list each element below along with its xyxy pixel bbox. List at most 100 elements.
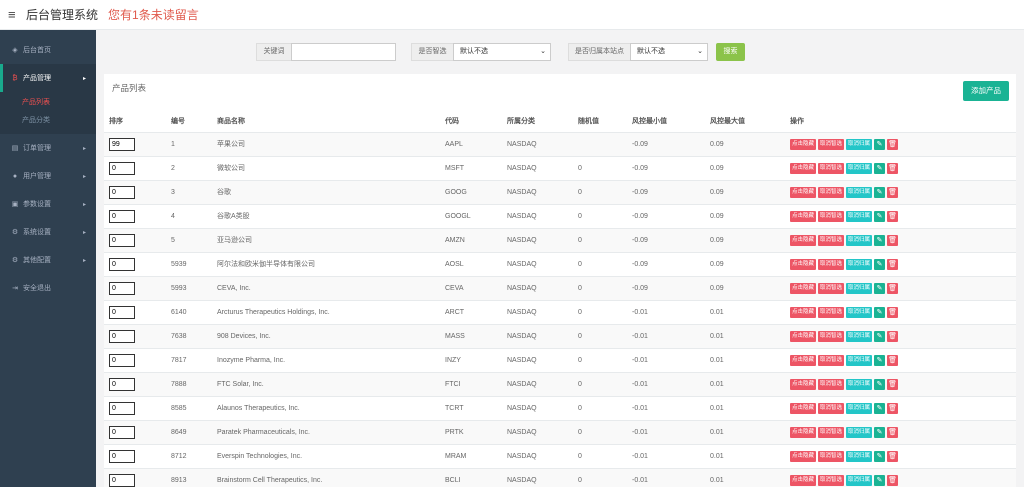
- smart-select-dropdown[interactable]: 默认不选 ⌄: [453, 43, 551, 61]
- edit-icon[interactable]: ✎: [874, 330, 886, 342]
- cancel-site-button[interactable]: 取消归属: [846, 354, 873, 366]
- sort-input[interactable]: 0: [109, 185, 135, 199]
- menu-toggle-icon[interactable]: ≡: [8, 8, 24, 21]
- cancel-site-button[interactable]: 取消归属: [846, 474, 873, 486]
- cancel-site-button[interactable]: 取消归属: [846, 234, 873, 246]
- cancel-site-button[interactable]: 取消归属: [846, 330, 873, 342]
- delete-icon[interactable]: 🗑: [887, 330, 899, 342]
- hide-button[interactable]: 点击隐藏: [790, 450, 817, 462]
- delete-icon[interactable]: 🗑: [887, 138, 899, 150]
- delete-icon[interactable]: 🗑: [887, 282, 899, 294]
- edit-icon[interactable]: ✎: [874, 138, 886, 150]
- delete-icon[interactable]: 🗑: [887, 474, 899, 486]
- hide-button[interactable]: 点击隐藏: [790, 282, 817, 294]
- edit-icon[interactable]: ✎: [874, 426, 886, 438]
- search-button[interactable]: 搜索: [716, 43, 745, 61]
- cancel-site-button[interactable]: 取消归属: [846, 138, 873, 150]
- sidebar-item-params[interactable]: ▣ 参数设置 ▸: [0, 190, 96, 218]
- cancel-smart-button[interactable]: 取消智选: [818, 258, 845, 270]
- subnav-product-category[interactable]: 产品分类: [0, 112, 96, 130]
- col-id[interactable]: 编号: [166, 110, 212, 133]
- unread-message-notice[interactable]: 您有1条未读留言: [108, 6, 199, 23]
- site-select-dropdown[interactable]: 默认不选 ⌄: [630, 43, 708, 61]
- cancel-smart-button[interactable]: 取消智选: [818, 450, 845, 462]
- delete-icon[interactable]: 🗑: [887, 258, 899, 270]
- subnav-product-list[interactable]: 产品列表: [0, 94, 96, 112]
- edit-icon[interactable]: ✎: [874, 378, 886, 390]
- hide-button[interactable]: 点击隐藏: [790, 138, 817, 150]
- sidebar-item-orders[interactable]: ▤ 订单管理 ▸: [0, 134, 96, 162]
- hide-button[interactable]: 点击隐藏: [790, 234, 817, 246]
- hide-button[interactable]: 点击隐藏: [790, 378, 817, 390]
- edit-icon[interactable]: ✎: [874, 186, 886, 198]
- add-product-button[interactable]: 添加产品: [963, 81, 1009, 101]
- edit-icon[interactable]: ✎: [874, 402, 886, 414]
- sidebar-item-users[interactable]: ● 用户管理 ▸: [0, 162, 96, 190]
- cancel-site-button[interactable]: 取消归属: [846, 186, 873, 198]
- delete-icon[interactable]: 🗑: [887, 450, 899, 462]
- cancel-smart-button[interactable]: 取消智选: [818, 282, 845, 294]
- cancel-smart-button[interactable]: 取消智选: [818, 306, 845, 318]
- cancel-smart-button[interactable]: 取消智选: [818, 354, 845, 366]
- sort-input[interactable]: 0: [109, 257, 135, 271]
- sidebar-item-config[interactable]: ⚙ 其他配置 ▸: [0, 246, 96, 274]
- cancel-site-button[interactable]: 取消归属: [846, 258, 873, 270]
- hide-button[interactable]: 点击隐藏: [790, 186, 817, 198]
- hide-button[interactable]: 点击隐藏: [790, 474, 817, 486]
- sort-input[interactable]: 0: [109, 377, 135, 391]
- cancel-site-button[interactable]: 取消归属: [846, 306, 873, 318]
- edit-icon[interactable]: ✎: [874, 354, 886, 366]
- delete-icon[interactable]: 🗑: [887, 186, 899, 198]
- cancel-site-button[interactable]: 取消归属: [846, 210, 873, 222]
- cancel-smart-button[interactable]: 取消智选: [818, 378, 845, 390]
- cancel-smart-button[interactable]: 取消智选: [818, 426, 845, 438]
- col-code[interactable]: 代码: [440, 110, 502, 133]
- sort-input[interactable]: 0: [109, 233, 135, 247]
- hide-button[interactable]: 点击隐藏: [790, 402, 817, 414]
- cancel-site-button[interactable]: 取消归属: [846, 162, 873, 174]
- edit-icon[interactable]: ✎: [874, 162, 886, 174]
- cancel-site-button[interactable]: 取消归属: [846, 450, 873, 462]
- edit-icon[interactable]: ✎: [874, 474, 886, 486]
- delete-icon[interactable]: 🗑: [887, 306, 899, 318]
- sidebar-item-system[interactable]: ⚙ 系统设置 ▸: [0, 218, 96, 246]
- sort-input[interactable]: 99: [109, 137, 135, 151]
- sort-input[interactable]: 0: [109, 305, 135, 319]
- edit-icon[interactable]: ✎: [874, 282, 886, 294]
- hide-button[interactable]: 点击隐藏: [790, 258, 817, 270]
- col-min[interactable]: 风控最小值: [627, 110, 705, 133]
- delete-icon[interactable]: 🗑: [887, 162, 899, 174]
- cancel-smart-button[interactable]: 取消智选: [818, 138, 845, 150]
- hide-button[interactable]: 点击隐藏: [790, 210, 817, 222]
- sort-input[interactable]: 0: [109, 281, 135, 295]
- edit-icon[interactable]: ✎: [874, 258, 886, 270]
- sort-input[interactable]: 0: [109, 353, 135, 367]
- col-random[interactable]: 随机值: [573, 110, 627, 133]
- delete-icon[interactable]: 🗑: [887, 354, 899, 366]
- cancel-smart-button[interactable]: 取消智选: [818, 474, 845, 486]
- cancel-smart-button[interactable]: 取消智选: [818, 402, 845, 414]
- sort-input[interactable]: 0: [109, 401, 135, 415]
- sort-input[interactable]: 0: [109, 209, 135, 223]
- col-name[interactable]: 商品名称: [212, 110, 440, 133]
- hide-button[interactable]: 点击隐藏: [790, 306, 817, 318]
- edit-icon[interactable]: ✎: [874, 306, 886, 318]
- delete-icon[interactable]: 🗑: [887, 402, 899, 414]
- delete-icon[interactable]: 🗑: [887, 426, 899, 438]
- sidebar-item-dashboard[interactable]: ◈ 后台首页: [0, 36, 96, 64]
- hide-button[interactable]: 点击隐藏: [790, 330, 817, 342]
- hide-button[interactable]: 点击隐藏: [790, 354, 817, 366]
- edit-icon[interactable]: ✎: [874, 234, 886, 246]
- sort-input[interactable]: 0: [109, 425, 135, 439]
- col-sort[interactable]: 排序: [104, 110, 166, 133]
- cancel-smart-button[interactable]: 取消智选: [818, 330, 845, 342]
- col-category[interactable]: 所属分类: [502, 110, 573, 133]
- edit-icon[interactable]: ✎: [874, 210, 886, 222]
- cancel-smart-button[interactable]: 取消智选: [818, 162, 845, 174]
- sort-input[interactable]: 0: [109, 473, 135, 487]
- hide-button[interactable]: 点击隐藏: [790, 162, 817, 174]
- cancel-smart-button[interactable]: 取消智选: [818, 210, 845, 222]
- cancel-smart-button[interactable]: 取消智选: [818, 186, 845, 198]
- cancel-site-button[interactable]: 取消归属: [846, 378, 873, 390]
- sort-input[interactable]: 0: [109, 329, 135, 343]
